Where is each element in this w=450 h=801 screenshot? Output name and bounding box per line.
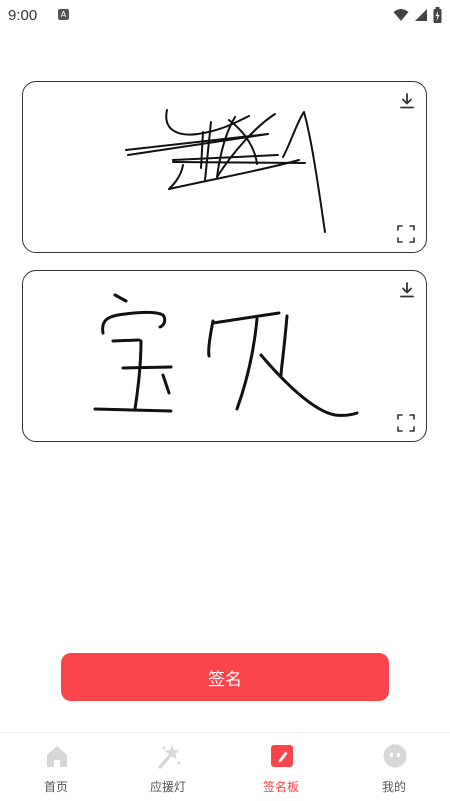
download-icon[interactable]: [398, 281, 416, 299]
wifi-icon: [393, 9, 409, 21]
notification-a-icon: A: [58, 9, 69, 20]
fullscreen-icon[interactable]: [396, 413, 416, 433]
light-stick-icon: [158, 745, 181, 769]
signature-pen-icon: [271, 745, 293, 767]
signature-card-1[interactable]: [22, 81, 427, 253]
signature-card-2[interactable]: [22, 270, 427, 442]
signature-drawing-1: [125, 109, 326, 233]
battery-icon: [433, 7, 442, 23]
bottom-tab-bar: 首页 应援灯 签名板 我的: [0, 732, 450, 801]
tab-signature-board[interactable]: 签名板: [225, 733, 337, 801]
download-icon[interactable]: [398, 92, 416, 110]
signature-drawing-2: [93, 293, 359, 417]
cellular-signal-icon: [415, 9, 427, 21]
status-time: 9:00: [8, 7, 38, 24]
profile-face-icon: [383, 744, 407, 768]
home-icon: [47, 746, 67, 767]
tab-light-stick-label: 应援灯: [149, 780, 186, 794]
tab-signature-board-label: 签名板: [262, 780, 299, 794]
sign-button[interactable]: 签名: [61, 653, 389, 701]
tab-mine[interactable]: 我的: [338, 733, 450, 801]
tab-mine-label: 我的: [381, 780, 406, 794]
tab-light-stick[interactable]: 应援灯: [112, 733, 224, 801]
tab-home[interactable]: 首页: [0, 733, 112, 801]
tab-home-label: 首页: [43, 780, 68, 794]
status-icons: [393, 7, 442, 23]
fullscreen-icon[interactable]: [396, 224, 416, 244]
status-bar: 9:00 A: [0, 0, 450, 32]
